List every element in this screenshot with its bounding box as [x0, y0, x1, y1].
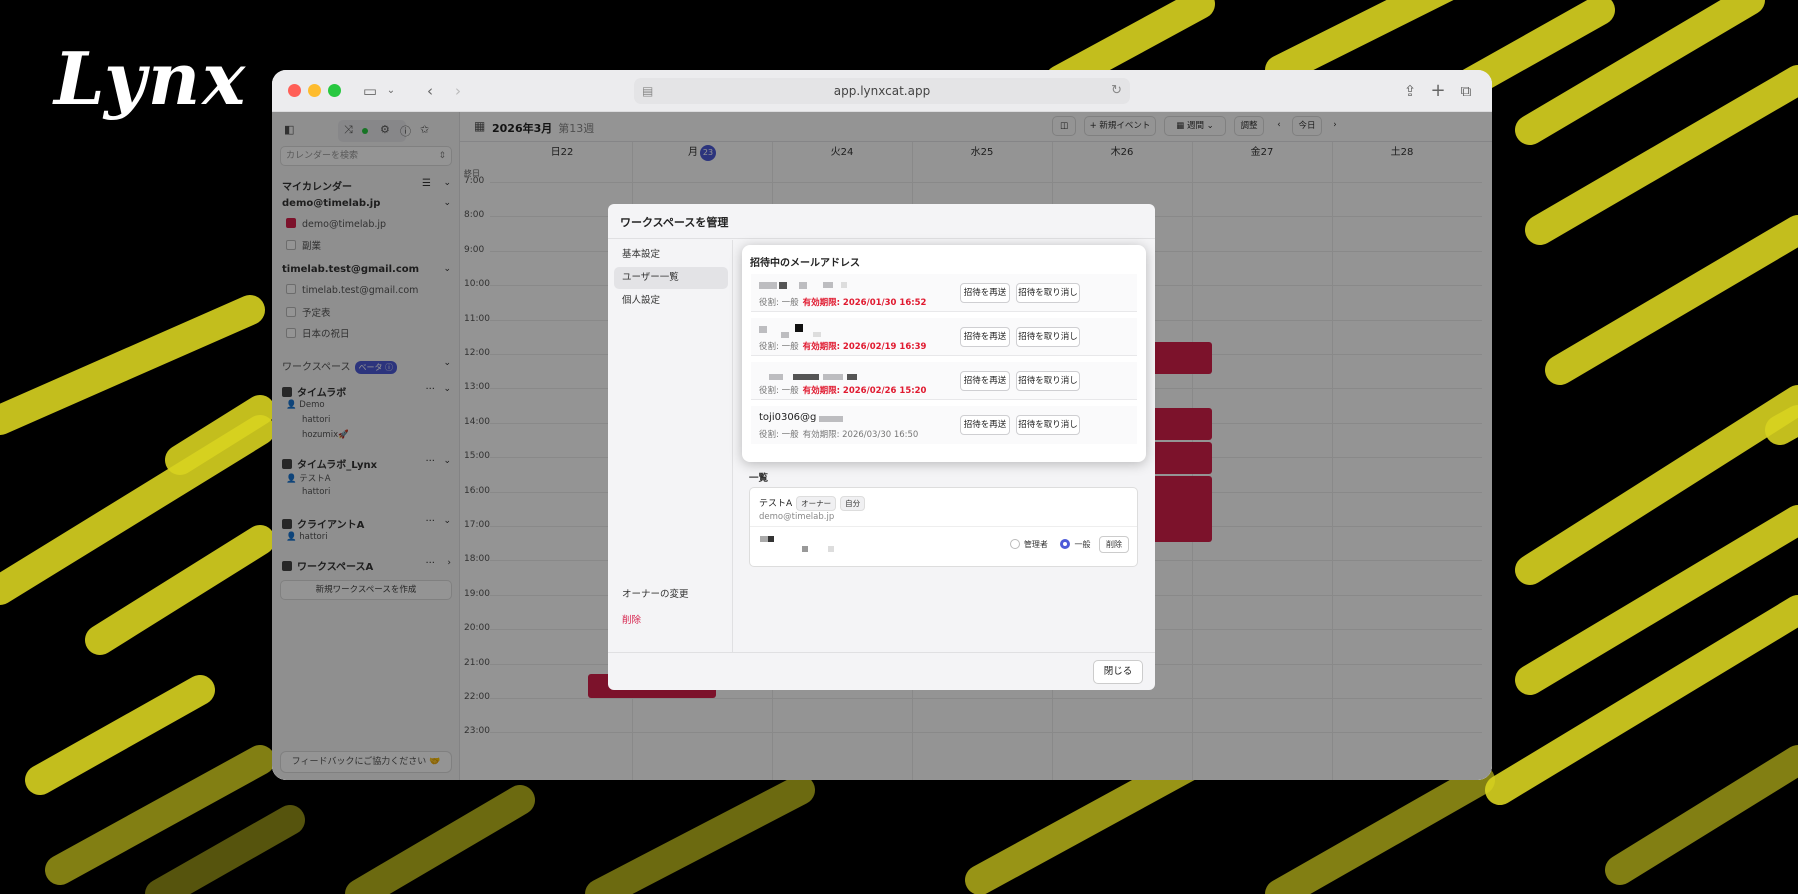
nav-user-list[interactable]: ユーザー一覧 — [614, 267, 728, 289]
redacted-email — [823, 282, 833, 288]
resend-invite-button[interactable]: 招待を再送 — [960, 327, 1010, 347]
pending-invites-title: 招待中のメールアドレス — [750, 258, 860, 269]
invite-expiry: 有効期限: 2026/01/30 16:52 — [802, 298, 927, 308]
invite-meta: 役割: 一般 有効期限: 2026/02/19 16:39 — [759, 342, 927, 352]
role-selector: 管理者 一般 削除 — [1009, 536, 1129, 554]
invite-expiry: 有効期限: 2026/02/26 15:20 — [802, 386, 927, 396]
back-icon[interactable]: ‹ — [422, 80, 438, 102]
invite-expiry: 有効期限: 2026/03/30 16:50 — [802, 430, 919, 440]
member-list-title: 一覧 — [749, 473, 769, 484]
invite-row: 役割: 一般 有効期限: 2026/02/26 15:20 招待を再送 招待を取り… — [751, 362, 1137, 400]
cancel-invite-button[interactable]: 招待を取り消し — [1016, 283, 1080, 303]
invite-row: toji0306@g 役割: 一般 有効期限: 2026/03/30 16:50 … — [751, 406, 1137, 444]
new-tab-icon[interactable]: + — [1430, 80, 1446, 102]
redacted-email — [759, 326, 767, 333]
redacted-email — [793, 374, 819, 380]
redacted-email — [823, 374, 843, 380]
invite-meta: 役割: 一般 有効期限: 2026/03/30 16:50 — [759, 430, 919, 440]
invite-meta: 役割: 一般 有効期限: 2026/01/30 16:52 — [759, 298, 927, 308]
divider — [750, 526, 1137, 527]
zoom-window-button[interactable] — [328, 84, 341, 97]
redacted-email — [795, 324, 803, 332]
browser-titlebar: ▭ ⌄ ‹ › ▤ app.lynxcat.app ↻ ⇪ + ⧉ — [272, 70, 1492, 112]
close-window-button[interactable] — [288, 84, 301, 97]
redacted-text — [802, 546, 808, 552]
invite-meta: 役割: 一般 有効期限: 2026/02/26 15:20 — [759, 386, 927, 396]
forward-icon[interactable]: › — [450, 80, 466, 102]
resend-invite-button[interactable]: 招待を再送 — [960, 371, 1010, 391]
redacted-email — [759, 282, 777, 289]
pending-invites-panel: 招待中のメールアドレス 役割: 一般 有効期限: 2026/01/30 16:52… — [742, 245, 1146, 462]
url-bar[interactable]: ▤ app.lynxcat.app ↻ — [634, 78, 1130, 104]
delete-workspace-link[interactable]: 削除 — [622, 612, 641, 626]
redacted-email — [799, 282, 807, 289]
url-text: app.lynxcat.app — [833, 84, 931, 98]
cancel-invite-button[interactable]: 招待を取り消し — [1016, 371, 1080, 391]
invite-expiry: 有効期限: 2026/02/19 16:39 — [802, 342, 927, 352]
divider — [608, 652, 1155, 653]
nav-basic-settings[interactable]: 基本設定 — [614, 244, 728, 266]
share-icon[interactable]: ⇪ — [1402, 80, 1418, 102]
redacted-email — [847, 374, 857, 380]
lynx-logo: Lynx — [54, 36, 248, 121]
owner-change-link[interactable]: オーナーの変更 — [622, 586, 689, 600]
member-delete-button[interactable]: 削除 — [1099, 536, 1129, 553]
redacted-email — [813, 332, 821, 337]
divider — [732, 240, 733, 652]
redacted-email — [841, 282, 847, 288]
role-general-radio[interactable] — [1060, 539, 1071, 549]
redacted-text — [828, 546, 834, 552]
invite-email: toji0306@g — [759, 412, 817, 423]
chevron-down-icon[interactable]: ⌄ — [384, 80, 398, 102]
page-icon: ▤ — [642, 84, 654, 98]
member-email: demo@timelab.jp — [759, 512, 835, 522]
cancel-invite-button[interactable]: 招待を取り消し — [1016, 327, 1080, 347]
modal-title: ワークスペースを管理 — [620, 216, 729, 229]
minimize-window-button[interactable] — [308, 84, 321, 97]
redacted-text — [760, 536, 768, 542]
cancel-invite-button[interactable]: 招待を取り消し — [1016, 415, 1080, 435]
sidebar-toggle-icon[interactable]: ▭ — [360, 80, 380, 102]
self-tag: 自分 — [840, 496, 866, 511]
resend-invite-button[interactable]: 招待を再送 — [960, 415, 1010, 435]
invite-row: 役割: 一般 有効期限: 2026/01/30 16:52 招待を再送 招待を取り… — [751, 274, 1137, 312]
redacted-email — [819, 416, 843, 422]
role-admin-radio[interactable] — [1009, 539, 1020, 549]
tabs-overview-icon[interactable]: ⧉ — [1458, 80, 1474, 102]
close-button[interactable]: 閉じる — [1093, 660, 1143, 684]
redacted-email — [779, 282, 787, 289]
member-name: テストA オーナー 自分 — [759, 496, 866, 511]
reload-icon[interactable]: ↻ — [1111, 78, 1122, 104]
redacted-email — [769, 374, 783, 380]
owner-tag: オーナー — [796, 496, 837, 511]
redacted-text — [768, 536, 774, 542]
member-list: テストA オーナー 自分 demo@timelab.jp 管理者 一般 削除 — [749, 487, 1138, 567]
nav-personal-settings[interactable]: 個人設定 — [614, 290, 728, 312]
divider — [608, 238, 1155, 239]
invite-row: 役割: 一般 有効期限: 2026/02/19 16:39 招待を再送 招待を取り… — [751, 318, 1137, 356]
resend-invite-button[interactable]: 招待を再送 — [960, 283, 1010, 303]
redacted-email — [781, 332, 789, 338]
